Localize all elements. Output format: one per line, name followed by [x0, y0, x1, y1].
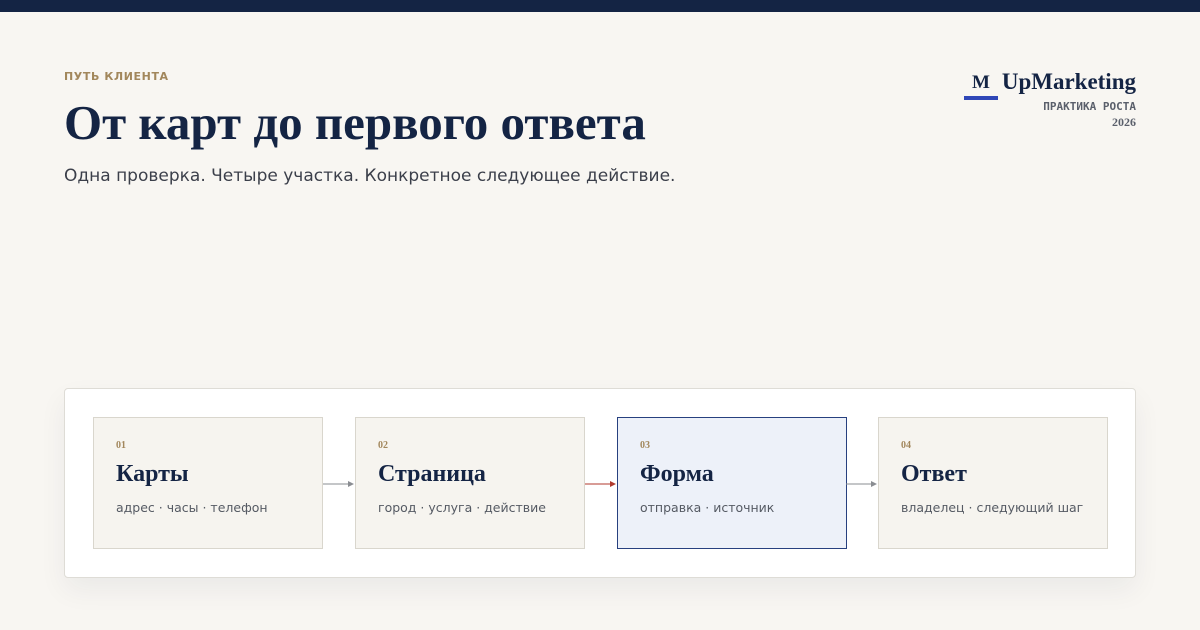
step-number: 03	[640, 440, 650, 451]
top-accent-bar	[0, 0, 1200, 12]
step-card-reply: 04 Ответ владелец · следующий шаг	[878, 417, 1108, 549]
step-title: Карты	[116, 461, 189, 487]
step-title: Форма	[640, 461, 714, 487]
brand-logo: M UpMarketing ПРАКТИКА РОСТА 2026	[956, 68, 1136, 138]
eyebrow-label: ПУТЬ КЛИЕНТА	[64, 70, 169, 83]
step-card-form: 03 Форма отправка · источник	[617, 417, 847, 549]
step-title: Страница	[378, 461, 486, 487]
step-card-maps: 01 Карты адрес · часы · телефон	[93, 417, 323, 549]
arrow-right-icon	[846, 481, 877, 487]
step-description: владелец · следующий шаг	[901, 500, 1084, 515]
page-title: От карт до первого ответа	[64, 95, 646, 150]
step-card-page: 02 Страница город · услуга · действие	[355, 417, 585, 549]
step-description: город · услуга · действие	[378, 500, 546, 515]
step-description: адрес · часы · телефон	[116, 500, 268, 515]
brand-mark-icon: M	[964, 70, 998, 100]
step-number: 04	[901, 440, 911, 451]
step-title: Ответ	[901, 461, 967, 487]
step-number: 02	[378, 440, 388, 451]
arrow-right-icon	[323, 481, 354, 487]
step-number: 01	[116, 440, 126, 451]
brand-year: 2026	[1112, 115, 1136, 129]
journey-panel: 01 Карты адрес · часы · телефон 02 Стран…	[64, 388, 1136, 578]
page-subtitle: Одна проверка. Четыре участка. Конкретно…	[64, 166, 676, 186]
step-description: отправка · источник	[640, 500, 775, 515]
brand-name: UpMarketing	[1001, 69, 1136, 94]
arrow-right-icon	[585, 481, 616, 487]
brand-tagline: ПРАКТИКА РОСТА	[1043, 100, 1136, 113]
